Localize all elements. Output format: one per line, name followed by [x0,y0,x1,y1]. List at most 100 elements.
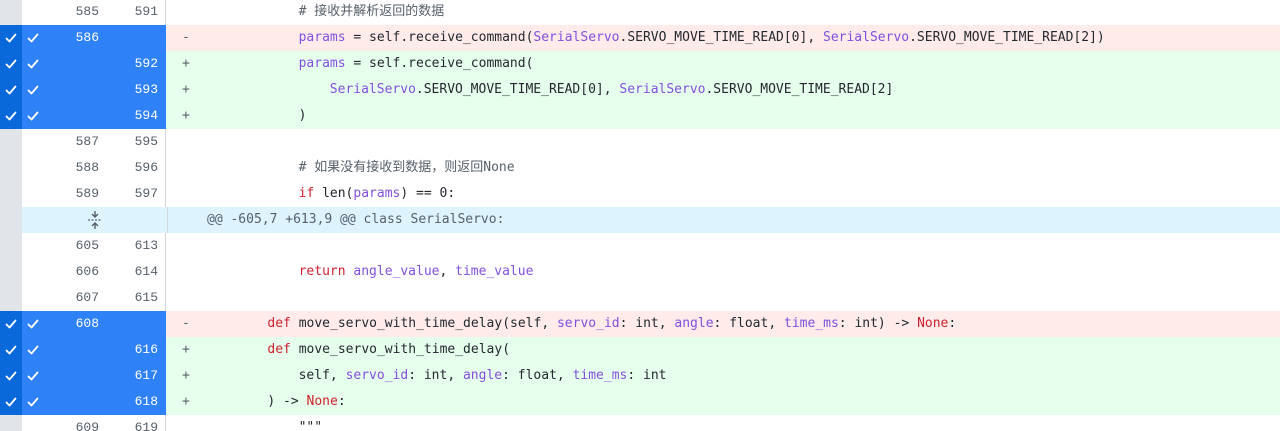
line-checkbox[interactable] [22,77,43,103]
check-icon [26,343,40,357]
line-checkbox[interactable] [22,129,43,155]
old-line-number: 585 [75,4,99,19]
code-token: if [298,186,315,201]
code-line: + params = self.receive_command( [166,51,1280,77]
line-checkbox[interactable] [22,415,43,431]
old-line-number [43,337,106,363]
added-marker: + [182,56,190,71]
diff-line[interactable]: 586- params = self.receive_command(Serial… [0,25,1280,51]
line-checkbox[interactable] [22,233,43,259]
selection-gutter[interactable] [0,363,22,389]
diff-line[interactable]: 617 + self, servo_id: int, angle: float, t… [0,363,1280,389]
line-checkbox[interactable] [22,389,43,415]
code-line: - params = self.receive_command(SerialSer… [166,25,1280,51]
diff-line[interactable]: 585 591 # 接收并解析返回的数据 [0,0,1280,25]
diff-line[interactable]: 606 614 return angle_value, time_value [0,259,1280,285]
line-checkbox[interactable] [22,155,43,181]
diff-line[interactable]: 587 595 [0,129,1280,155]
line-checkbox[interactable] [22,0,43,25]
code-token: params [298,30,346,45]
diff-line[interactable]: 618 +) -> None: [0,389,1280,415]
code-token: , [439,264,456,279]
check-icon [0,389,22,415]
selection-gutter[interactable] [0,285,22,311]
code-token: time_ms [784,316,839,331]
line-checkbox[interactable] [22,311,43,337]
line-checkbox[interactable] [22,103,43,129]
code-token: None [306,394,338,409]
code-token: SerialServo [823,30,910,45]
diff-line[interactable]: 594 +) [0,103,1280,129]
code-line: + self, servo_id: int, angle: float, time… [166,363,1280,389]
selection-gutter[interactable] [0,259,22,285]
code-line: +) -> None: [166,389,1280,415]
check-icon [26,31,40,45]
check-icon [26,395,40,409]
code-line: + SerialServo.SERVO_MOVE_TIME_READ[0], Se… [166,77,1280,103]
selection-gutter[interactable] [0,181,22,207]
code-token: .SERVO_MOVE_TIME_READ[0], [619,30,823,45]
old-line-number: 605 [75,238,99,253]
expand-icon[interactable] [22,207,168,233]
old-line-number: 608 [43,311,106,337]
selection-gutter[interactable] [0,337,22,363]
code-token: SerialServo [329,82,416,97]
selection-gutter[interactable] [0,311,22,337]
code-token: angle [462,368,503,383]
added-marker: + [182,342,190,357]
diff-line[interactable]: 607 615 [0,285,1280,311]
selection-gutter[interactable] [0,389,22,415]
selection-gutter[interactable] [0,129,22,155]
diff-line[interactable]: 616 + def move_servo_with_time_delay( [0,337,1280,363]
new-line-number: 594 [106,103,166,129]
added-marker: + [182,394,190,409]
code-token: SerialServo [533,30,620,45]
new-line-number: 619 [106,415,166,431]
selection-gutter[interactable] [0,51,22,77]
selection-gutter[interactable] [0,207,22,233]
code-token: move_servo_with_time_delay(self, [290,316,557,331]
code-line: return angle_value, time_value [166,259,1280,285]
diff-line[interactable]: 605 613 [0,233,1280,259]
line-checkbox[interactable] [22,259,43,285]
old-line-number: 606 [75,264,99,279]
hunk-header[interactable]: @@ -605,7 +613,9 @@ class SerialServo: [0,207,1280,233]
selection-gutter[interactable] [0,233,22,259]
selection-gutter[interactable] [0,103,22,129]
line-checkbox[interactable] [22,363,43,389]
diff-line[interactable]: 592 + params = self.receive_command( [0,51,1280,77]
diff-line[interactable]: 609 619 """ [0,415,1280,431]
old-line-number: 588 [75,160,99,175]
selection-gutter[interactable] [0,25,22,51]
code-token: params [298,56,346,71]
diff-line[interactable]: 588 596 # 如果没有接收到数据，则返回None [0,155,1280,181]
old-line-number: 587 [75,134,99,149]
new-line-number: 615 [106,285,166,311]
diff-line[interactable]: 589 597 if len(params) == 0: [0,181,1280,207]
check-icon [26,109,40,123]
line-checkbox[interactable] [22,25,43,51]
line-checkbox[interactable] [22,285,43,311]
code-token: """ [298,420,323,431]
selection-gutter[interactable] [0,77,22,103]
selection-gutter[interactable] [0,0,22,25]
code-token: .SERVO_MOVE_TIME_READ[2] [705,82,894,97]
check-icon [0,311,22,337]
hunk-text: @@ -605,7 +613,9 @@ class SerialServo: [207,212,505,227]
selection-gutter[interactable] [0,415,22,431]
diff-line[interactable]: 608 - def move_servo_with_time_delay(self,… [0,311,1280,337]
line-checkbox[interactable] [22,337,43,363]
check-icon [0,77,22,103]
diff-line[interactable]: 593 + SerialServo.SERVO_MOVE_TIME_READ[0],… [0,77,1280,103]
code-token: : float, [713,316,784,331]
selection-gutter[interactable] [0,155,22,181]
code-token: servo_id [556,316,620,331]
code-token: len( [314,186,354,201]
line-checkbox[interactable] [22,51,43,77]
check-icon [0,51,22,77]
check-icon [0,103,22,129]
code-token: def [267,342,291,357]
code-line: if len(params) == 0: [166,181,1280,207]
check-icon [0,337,22,363]
line-checkbox[interactable] [22,181,43,207]
